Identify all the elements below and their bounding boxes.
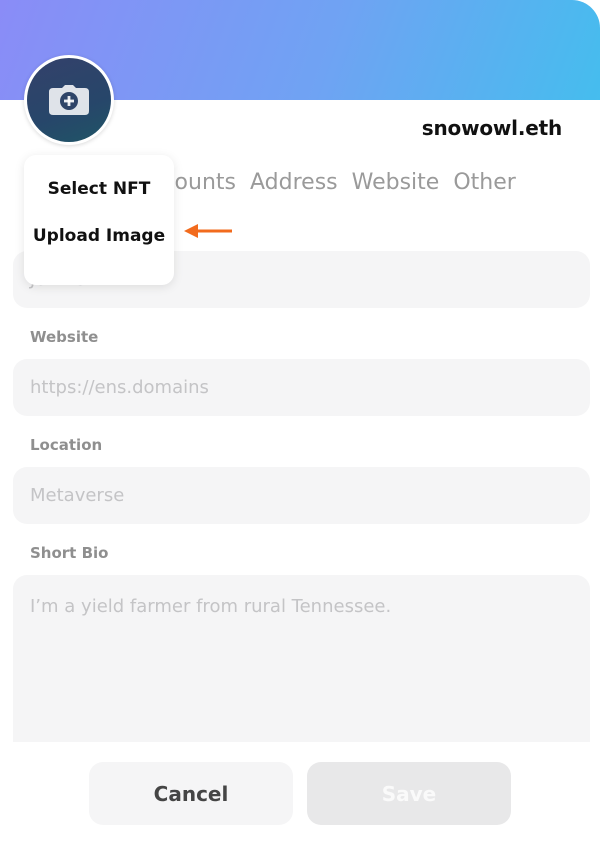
location-label: Location bbox=[30, 436, 103, 454]
profile-name: snowowl.eth bbox=[421, 116, 562, 140]
location-placeholder: Metaverse bbox=[30, 485, 125, 506]
cancel-button[interactable]: Cancel bbox=[89, 762, 293, 825]
avatar-dropdown-menu: Select NFT Upload Image bbox=[24, 155, 174, 285]
avatar-upload-button[interactable] bbox=[27, 58, 111, 142]
profile-tabs: Accounts Address Website Other bbox=[170, 170, 516, 200]
avatar[interactable] bbox=[24, 55, 114, 145]
short-bio-label: Short Bio bbox=[30, 544, 109, 562]
tab-accounts[interactable]: Accounts bbox=[170, 170, 236, 200]
tab-other[interactable]: Other bbox=[453, 170, 515, 200]
tab-address[interactable]: Address bbox=[250, 170, 338, 200]
camera-add-icon bbox=[49, 85, 89, 115]
tab-website[interactable]: Website bbox=[352, 170, 440, 200]
bio-placeholder: I’m a yield farmer from rural Tennessee. bbox=[30, 596, 392, 617]
website-placeholder: https://ens.domains bbox=[30, 377, 209, 398]
upload-image-option[interactable]: Upload Image bbox=[24, 223, 174, 249]
website-label: Website bbox=[30, 328, 99, 346]
website-input[interactable]: https://ens.domains bbox=[13, 359, 590, 416]
save-button[interactable]: Save bbox=[307, 762, 511, 825]
arrow-left-icon bbox=[184, 224, 232, 238]
select-nft-option[interactable]: Select NFT bbox=[24, 179, 174, 199]
location-input[interactable]: Metaverse bbox=[13, 467, 590, 524]
